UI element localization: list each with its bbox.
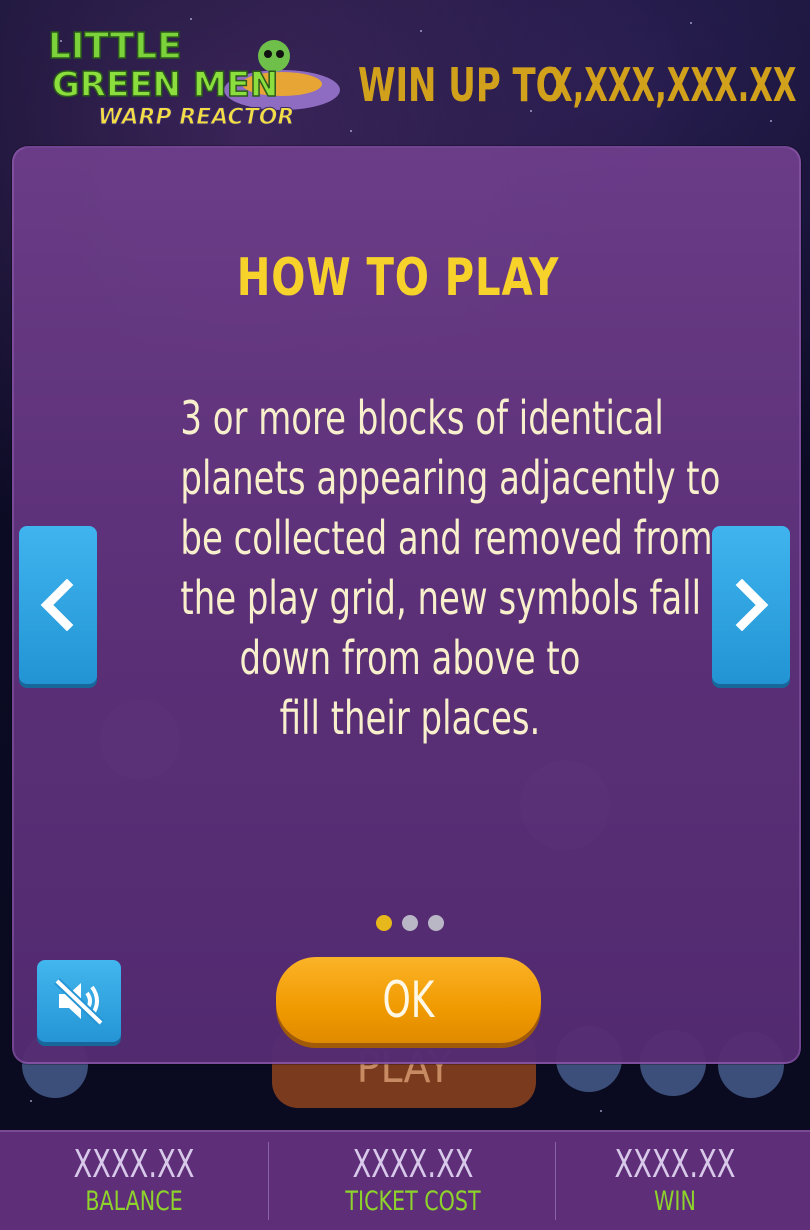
sound-muted-icon [54,978,104,1026]
svg-text:LITTLE: LITTLE [48,26,182,67]
previous-page-button[interactable] [19,526,97,684]
balance-label: BALANCE [85,1186,183,1217]
mute-toggle-button[interactable] [37,960,121,1042]
ticket-cost-value: XXXX.XX [352,1142,474,1186]
page-dot[interactable] [428,915,444,931]
chevron-right-icon [735,579,769,631]
win-up-to-label: WIN UP TO [358,58,565,112]
body-line: down from above to [239,631,581,685]
svg-text:GREEN MEN: GREEN MEN [52,65,278,105]
ok-button[interactable]: OK [276,957,541,1043]
game-logo: LITTLE GREEN MEN WARP REACTOR [47,25,340,131]
chevron-left-icon [40,579,74,631]
dialog-title: HOW TO PLAY [236,248,560,308]
body-line: the play grid, new symbols fall [180,571,702,625]
balance-display: XXXX.XX BALANCE [0,1132,268,1230]
ticket-cost-display: XXXX.XX TICKET COST [270,1132,556,1230]
svg-text:WARP REACTOR: WARP REACTOR [98,105,294,130]
page-dot[interactable] [402,915,418,931]
status-bar: XXXX.XX BALANCE XXXX.XX TICKET COST XXXX… [0,1130,810,1230]
body-line: planets appearing adjacently to [180,451,721,505]
win-display: XXXX.XX WIN [556,1132,794,1230]
divider [268,1142,269,1220]
body-line: be collected and removed from [180,511,713,565]
max-win-amount: X,XXX,XXX.XX [549,58,797,112]
balance-value: XXXX.XX [73,1142,195,1186]
body-line: fill their places. [279,691,541,745]
win-label: WIN [654,1186,696,1217]
body-line: 3 or more blocks of identical [180,391,664,445]
dialog-body-text: 3 or more blocks of identical planets ap… [130,388,721,748]
ok-button-label: OK [382,971,435,1029]
page-indicator [376,915,444,931]
page-dot-active[interactable] [376,915,392,931]
next-page-button[interactable] [712,526,790,684]
win-value: XXXX.XX [614,1142,736,1186]
ticket-cost-label: TICKET COST [345,1186,481,1217]
